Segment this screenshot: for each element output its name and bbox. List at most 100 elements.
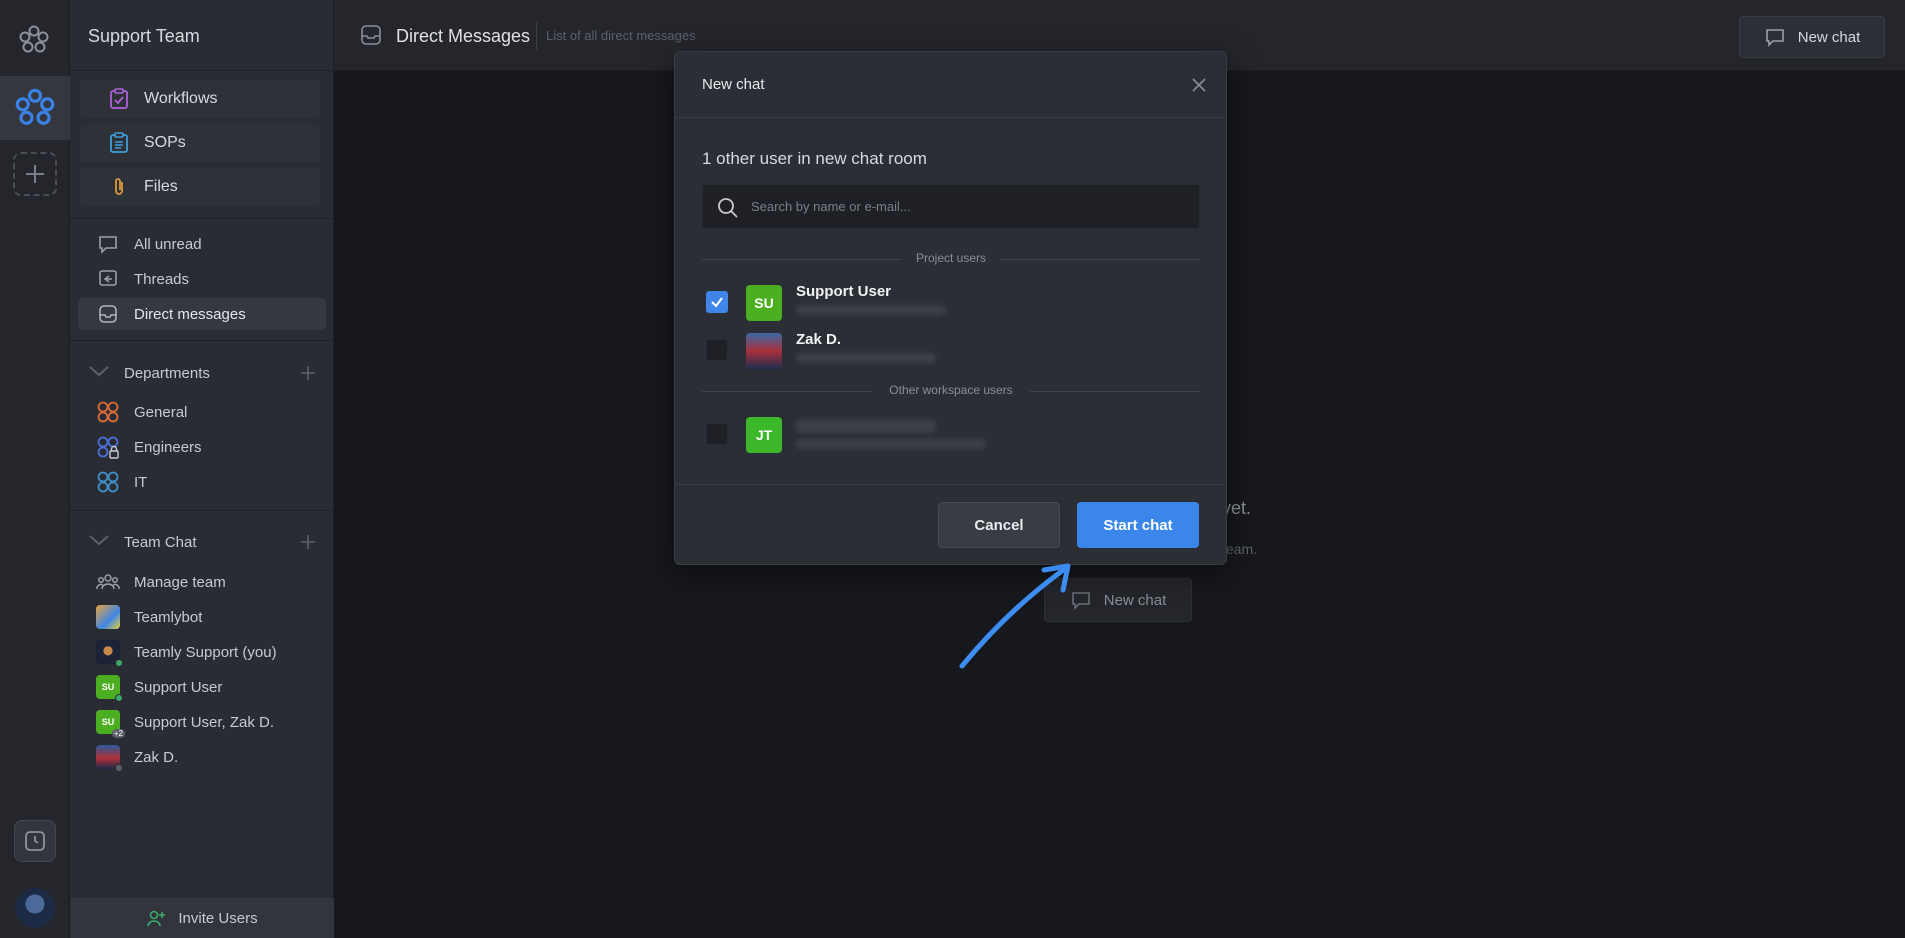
workspace-title: Support Team xyxy=(88,26,200,46)
divider xyxy=(675,484,1226,485)
sidebar-item-files[interactable]: Files xyxy=(80,168,320,206)
threads-icon xyxy=(96,267,120,291)
four-circles-icon xyxy=(96,470,120,494)
redacted-name xyxy=(796,419,936,433)
avatar xyxy=(746,333,782,369)
sidebar-item-threads[interactable]: Threads xyxy=(78,263,326,295)
search-icon xyxy=(717,197,739,223)
sidebar-item-label: Support User xyxy=(134,678,223,696)
add-workspace-button[interactable] xyxy=(13,152,57,196)
avatar: SU xyxy=(746,285,782,321)
close-icon[interactable] xyxy=(1190,76,1208,94)
chevron-down-icon xyxy=(88,364,110,382)
sidebar-item-zak-d[interactable]: Zak D. xyxy=(78,741,326,773)
redacted-email xyxy=(796,305,946,315)
sidebar-item-label: SOPs xyxy=(144,134,186,151)
sidebar-item-label: General xyxy=(134,403,188,421)
sidebar: Support Team Workflows SOPs Files All un… xyxy=(70,0,334,938)
four-circles-icon xyxy=(96,400,120,424)
history-button[interactable] xyxy=(14,820,56,862)
other-users-divider: Other workspace users xyxy=(702,383,1200,399)
plus-icon xyxy=(301,535,315,549)
sidebar-item-teamlybot[interactable]: Teamlybot xyxy=(78,601,326,633)
new-chat-label: New chat xyxy=(1103,591,1167,609)
sidebar-item-label: Support User, Zak D. xyxy=(134,713,275,731)
list-doc-icon xyxy=(108,132,130,154)
add-department-button[interactable] xyxy=(296,361,320,385)
start-chat-button[interactable]: Start chat xyxy=(1077,502,1199,548)
new-chat-dialog: New chat 1 other user in new chat room P… xyxy=(674,51,1227,565)
section-label: Team Chat xyxy=(124,533,197,551)
sidebar-item-label: IT xyxy=(134,473,148,491)
redacted-email xyxy=(796,353,936,363)
chevron-down-icon xyxy=(88,533,110,551)
checkmark-icon xyxy=(711,297,723,308)
sidebar-item-it[interactable]: IT xyxy=(78,466,326,498)
user-checkbox[interactable] xyxy=(706,423,728,445)
user-row-support-user[interactable]: SU Support User xyxy=(702,281,1200,321)
add-team-chat-button[interactable] xyxy=(296,530,320,554)
divider xyxy=(70,340,334,341)
sidebar-item-teamly-support[interactable]: Teamly Support (you) xyxy=(78,636,326,668)
sidebar-item-engineers[interactable]: Engineers xyxy=(78,431,326,463)
page-subtitle: List of all direct messages xyxy=(546,28,696,43)
plus-icon xyxy=(301,366,315,380)
plus-icon xyxy=(26,165,44,183)
user-row-jt[interactable]: JT xyxy=(702,413,1200,453)
user-avatar[interactable] xyxy=(15,888,55,928)
avatar xyxy=(96,745,123,772)
project-users-divider: Project users xyxy=(702,251,1200,267)
sidebar-item-all-unread[interactable]: All unread xyxy=(78,228,326,260)
invite-users-label: Invite Users xyxy=(178,909,258,927)
chat-bubble-icon xyxy=(96,232,120,256)
search-input[interactable] xyxy=(751,185,1191,228)
add-user-icon xyxy=(147,910,166,927)
cancel-button[interactable]: Cancel xyxy=(938,502,1060,548)
sidebar-item-general[interactable]: General xyxy=(78,396,326,428)
invite-users-button[interactable]: Invite Users xyxy=(70,898,334,938)
sidebar-item-manage-team[interactable]: Manage team xyxy=(78,566,326,598)
redacted-email xyxy=(796,439,986,449)
dialog-title: New chat xyxy=(702,76,765,93)
sidebar-item-direct-messages[interactable]: Direct messages xyxy=(78,298,326,330)
departments-section-header[interactable]: Departments xyxy=(78,357,326,389)
sidebar-item-label: Zak D. xyxy=(134,748,179,766)
divider xyxy=(70,70,334,71)
sidebar-item-workflows[interactable]: Workflows xyxy=(80,80,320,118)
dialog-header: New chat xyxy=(675,52,1226,118)
online-status-dot xyxy=(115,659,123,667)
app-logo-icon xyxy=(16,22,52,58)
sidebar-item-group-chat[interactable]: SU +2 Support User, Zak D. xyxy=(78,706,326,738)
user-row-zak-d[interactable]: Zak D. xyxy=(702,329,1200,369)
team-icon xyxy=(96,570,120,594)
new-chat-label: New chat xyxy=(1797,28,1861,46)
team-chat-section-header[interactable]: Team Chat xyxy=(78,526,326,558)
workspace-switcher-active[interactable] xyxy=(0,76,70,140)
selected-count-text: 1 other user in new chat room xyxy=(702,149,927,168)
sidebar-item-support-user[interactable]: SU Support User xyxy=(78,671,326,703)
user-name: Support User xyxy=(796,283,892,300)
user-checkbox[interactable] xyxy=(706,339,728,361)
divider xyxy=(70,510,334,511)
avatar xyxy=(96,640,123,667)
section-label: Project users xyxy=(915,251,987,265)
clock-icon xyxy=(25,831,45,851)
section-label: Departments xyxy=(124,364,210,382)
workspace-rail xyxy=(0,0,70,938)
empty-state-subtitle: team. xyxy=(1222,541,1258,557)
avatar: JT xyxy=(746,417,782,453)
bot-avatar xyxy=(96,605,120,629)
user-search-box xyxy=(702,184,1200,229)
online-status-dot xyxy=(115,694,123,702)
clipboard-check-icon xyxy=(108,88,130,110)
sidebar-item-label: Files xyxy=(144,178,178,195)
sidebar-item-label: Direct messages xyxy=(134,305,246,323)
sidebar-item-label: Teamly Support (you) xyxy=(134,643,277,661)
sidebar-item-sops[interactable]: SOPs xyxy=(80,124,320,162)
user-checkbox[interactable] xyxy=(706,291,728,313)
workspace-logo-icon xyxy=(15,88,55,125)
user-name: Zak D. xyxy=(796,331,842,348)
new-chat-button[interactable]: New chat xyxy=(1739,16,1885,58)
divider xyxy=(70,218,334,219)
member-count-badge: +2 xyxy=(111,729,125,738)
